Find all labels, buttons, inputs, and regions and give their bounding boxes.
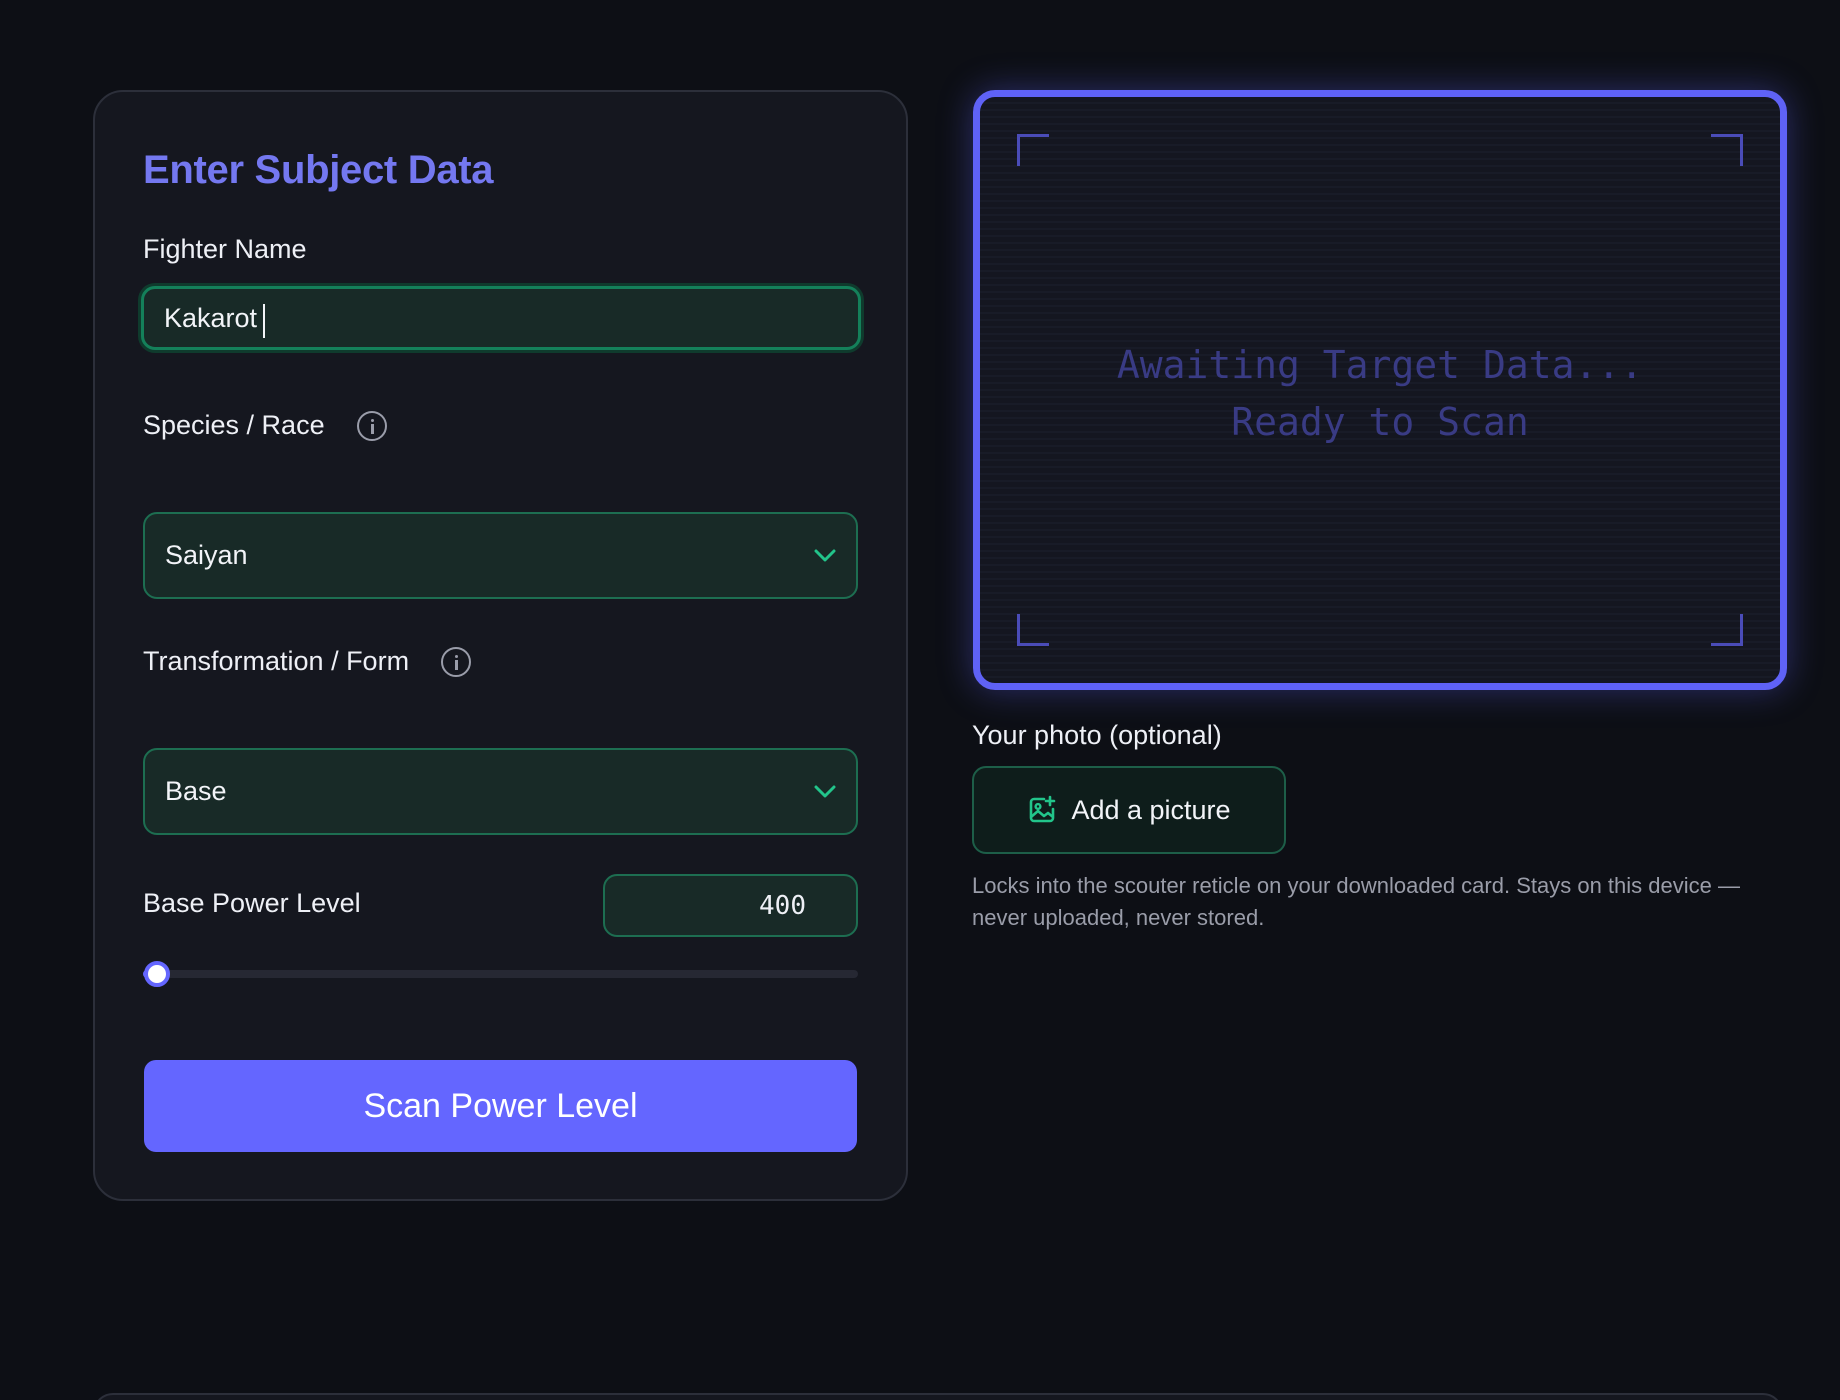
reticle-corner-bottom-left [1017,614,1049,646]
subject-data-panel: Enter Subject Data Fighter Name Species … [93,90,908,1201]
chevron-down-icon [814,785,836,799]
add-picture-button[interactable]: Add a picture [972,766,1286,854]
reticle-corner-top-right [1711,134,1743,166]
transformation-select[interactable]: Base [143,748,858,835]
fighter-name-input[interactable] [141,286,861,350]
transformation-label-text: Transformation / Form [143,646,410,676]
photo-label: Your photo (optional) [972,720,1222,750]
reticle-corner-bottom-right [1711,614,1743,646]
app-root: Enter Subject Data Fighter Name Species … [0,0,1840,1400]
bottom-card-edge [93,1393,1783,1400]
add-picture-label: Add a picture [1071,794,1231,825]
panel-title: Enter Subject Data [143,148,494,192]
power-level-slider[interactable] [143,961,858,987]
species-select[interactable]: Saiyan [143,512,858,599]
scanner-status-line1: Awaiting Target Data... [1116,343,1644,387]
text-caret [263,304,265,338]
image-plus-icon [1027,795,1057,825]
species-label: Species / Race [143,410,387,441]
scan-power-level-button[interactable]: Scan Power Level [144,1060,857,1152]
power-level-label: Base Power Level [143,888,361,919]
photo-helper-text: Locks into the scouter reticle on your d… [972,873,1740,930]
species-selected-value: Saiyan [165,540,248,570]
transformation-selected-value: Base [165,776,227,806]
transformation-label: Transformation / Form [143,646,472,677]
scanner-display: Awaiting Target Data... Ready to Scan [973,90,1787,690]
reticle-corner-top-left [1017,134,1049,166]
info-icon[interactable] [356,410,387,441]
power-level-label-text: Base Power Level [143,888,361,918]
power-level-number-input[interactable]: 400 [603,874,858,937]
power-level-value: 400 [759,890,806,921]
fighter-name-label: Fighter Name [143,234,307,265]
scanner-status-line2: Ready to Scan [1231,400,1529,444]
info-icon[interactable] [441,646,472,677]
slider-thumb[interactable] [144,961,171,987]
chevron-down-icon [814,549,836,563]
fighter-name-label-text: Fighter Name [143,234,307,264]
scanner-status: Awaiting Target Data... Ready to Scan [980,337,1780,451]
species-label-text: Species / Race [143,410,325,440]
